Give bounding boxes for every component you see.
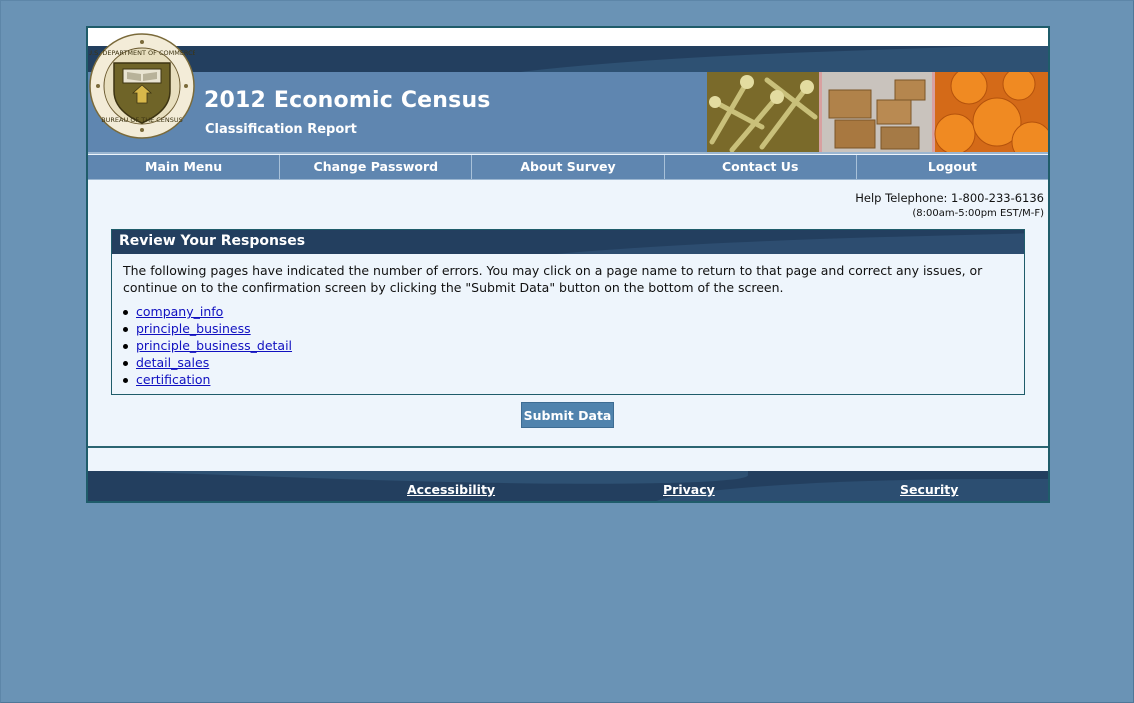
error-pages-list: company_info principle_business principl… — [120, 303, 292, 388]
review-instructions: The following pages have indicated the n… — [123, 263, 983, 295]
bullet-icon — [123, 344, 128, 349]
nav-change-password[interactable]: Change Password — [279, 155, 471, 179]
svg-text:U.S. DEPARTMENT OF COMMERCE: U.S. DEPARTMENT OF COMMERCE — [89, 49, 195, 57]
review-panel-title: Review Your Responses — [119, 233, 306, 249]
header-dark-band — [88, 46, 1048, 72]
bullet-icon — [123, 361, 128, 366]
help-hours: (8:00am-5:00pm EST/M-F) — [912, 208, 1044, 219]
list-item: principle_business — [120, 320, 292, 337]
bullet-icon — [123, 327, 128, 332]
footer-link-accessibility[interactable]: Accessibility — [407, 482, 495, 497]
page-link-company-info[interactable]: company_info — [136, 304, 223, 319]
footer-link-security[interactable]: Security — [900, 482, 958, 497]
review-responses-panel: Review Your Responses The following page… — [111, 229, 1025, 395]
footer-bar: Accessibility Privacy Security — [88, 471, 1048, 501]
list-item: detail_sales — [120, 354, 292, 371]
nav-about-survey[interactable]: About Survey — [471, 155, 663, 179]
census-bureau-seal-icon: U.S. DEPARTMENT OF COMMERCE BUREAU OF TH… — [89, 33, 195, 139]
bullet-icon — [123, 310, 128, 315]
review-panel-header: Review Your Responses — [112, 230, 1024, 254]
page-link-certification[interactable]: certification — [136, 372, 210, 387]
nav-contact-us[interactable]: Contact Us — [663, 155, 856, 179]
list-item: certification — [120, 371, 292, 388]
footer-link-privacy[interactable]: Privacy — [663, 482, 715, 497]
page-link-principle-business-detail[interactable]: principle_business_detail — [136, 338, 292, 353]
page-link-detail-sales[interactable]: detail_sales — [136, 355, 209, 370]
census-app-container: U.S. DEPARTMENT OF COMMERCE BUREAU OF TH… — [86, 26, 1050, 503]
header-photo-collage-icon — [707, 72, 1048, 152]
page-link-principle-business[interactable]: principle_business — [136, 321, 251, 336]
page-title: 2012 Economic Census — [204, 88, 491, 113]
page-subtitle: Classification Report — [205, 122, 357, 137]
svg-text:BUREAU OF THE CENSUS: BUREAU OF THE CENSUS — [101, 116, 183, 124]
nav-logout[interactable]: Logout — [855, 155, 1048, 179]
header-top-strip — [88, 28, 1048, 46]
main-navigation: Main Menu Change Password About Survey C… — [88, 155, 1048, 180]
help-telephone: Help Telephone: 1-800-233-6136 — [855, 191, 1044, 205]
list-item: principle_business_detail — [120, 337, 292, 354]
submit-data-button[interactable]: Submit Data — [521, 402, 614, 428]
nav-main-menu[interactable]: Main Menu — [88, 155, 279, 179]
bullet-icon — [123, 378, 128, 383]
list-item: company_info — [120, 303, 292, 320]
